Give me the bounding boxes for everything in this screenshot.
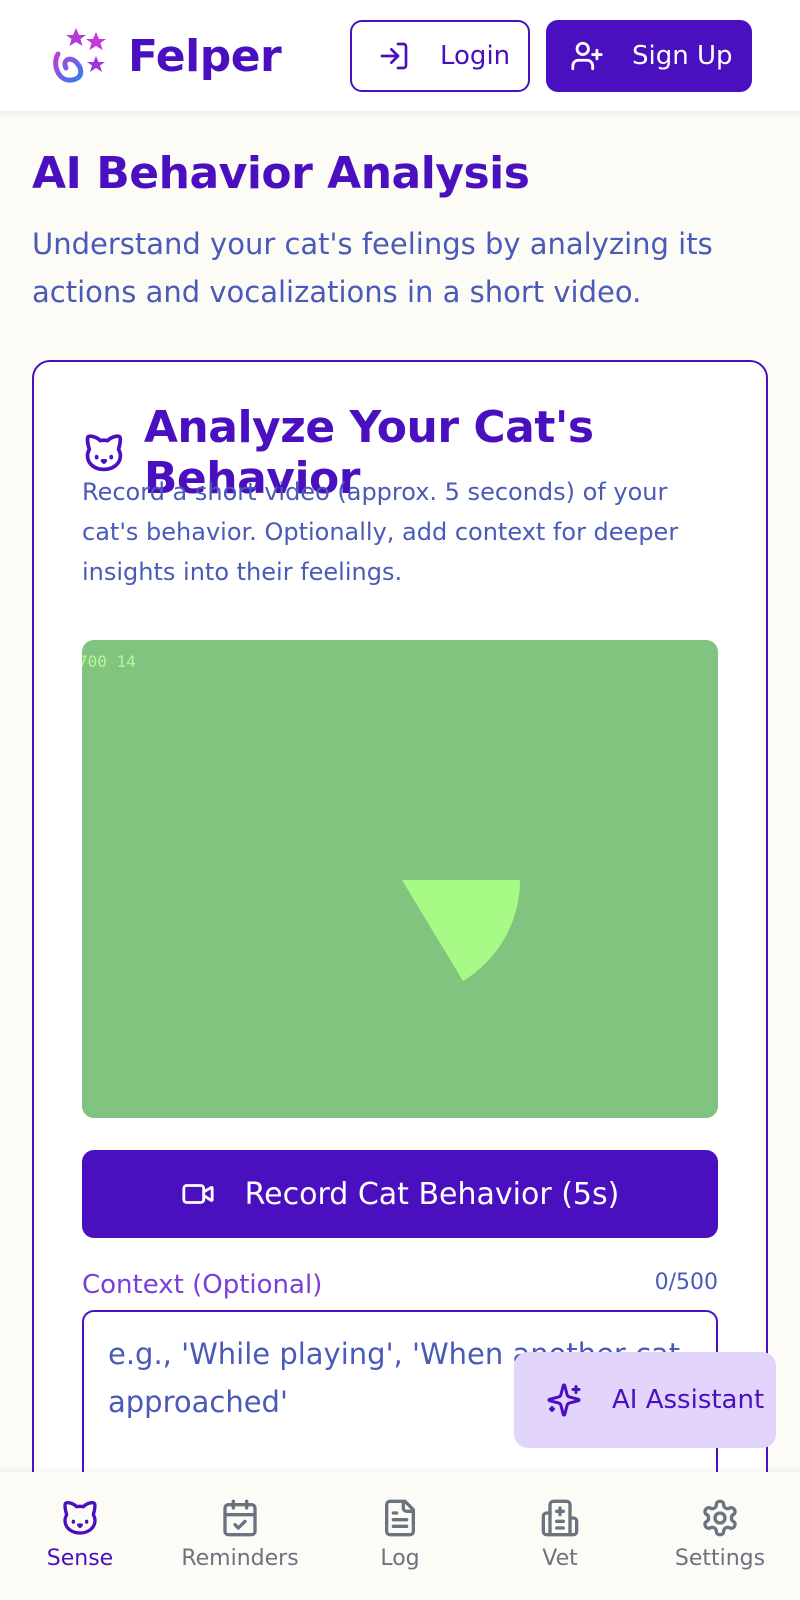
video-preview[interactable]: 700 14	[82, 640, 718, 1118]
login-icon	[380, 42, 408, 70]
record-label: Record Cat Behavior (5s)	[244, 1176, 620, 1212]
record-behavior-button[interactable]: Record Cat Behavior (5s)	[82, 1150, 718, 1238]
video-frame-shape	[402, 880, 520, 981]
brand-name: Felper	[128, 30, 282, 82]
nav-label-vet: Vet	[542, 1546, 578, 1571]
nav-label-settings: Settings	[674, 1546, 766, 1571]
nav-label-sense: Sense	[46, 1546, 114, 1571]
context-char-count: 0/500	[654, 1270, 718, 1295]
nav-label-log: Log	[380, 1546, 420, 1571]
sparkles-icon	[547, 1383, 581, 1417]
cat-icon	[85, 434, 123, 472]
context-label: Context (Optional)	[82, 1270, 323, 1300]
nav-item-vet[interactable]: Vet	[480, 1472, 640, 1600]
video-camera-icon	[182, 1184, 214, 1204]
gear-icon	[703, 1499, 737, 1537]
nav-item-settings[interactable]: Settings	[640, 1472, 800, 1600]
app-header: Felper Login Sign Up	[0, 0, 800, 111]
page-title: AI Behavior Analysis	[32, 148, 530, 199]
felper-logo-icon	[53, 28, 106, 83]
nav-label-reminders: Reminders	[181, 1546, 299, 1571]
cat-icon	[63, 1501, 97, 1535]
signup-button[interactable]: Sign Up	[546, 20, 752, 92]
ai-assistant-label: AI Assistant	[612, 1385, 765, 1415]
medical-clipboard-icon	[541, 1499, 579, 1537]
login-label: Login	[440, 41, 511, 71]
login-button[interactable]: Login	[350, 20, 530, 92]
signup-label: Sign Up	[632, 41, 733, 71]
user-plus-icon	[571, 41, 603, 71]
ai-assistant-button[interactable]: AI Assistant	[514, 1352, 776, 1448]
page-subtitle: Understand your cat's feelings by analyz…	[32, 227, 713, 309]
calendar-check-icon	[223, 1499, 257, 1537]
nav-item-log[interactable]: Log	[320, 1472, 480, 1600]
card-description: Record a short video (approx. 5 seconds)…	[82, 478, 679, 586]
nav-item-sense[interactable]: Sense	[0, 1472, 160, 1600]
document-icon	[385, 1499, 415, 1537]
nav-item-reminders[interactable]: Reminders	[160, 1472, 320, 1600]
logo[interactable]: Felper	[48, 24, 282, 88]
bottom-nav: Sense Reminders Log Vet Settings	[0, 1472, 800, 1600]
